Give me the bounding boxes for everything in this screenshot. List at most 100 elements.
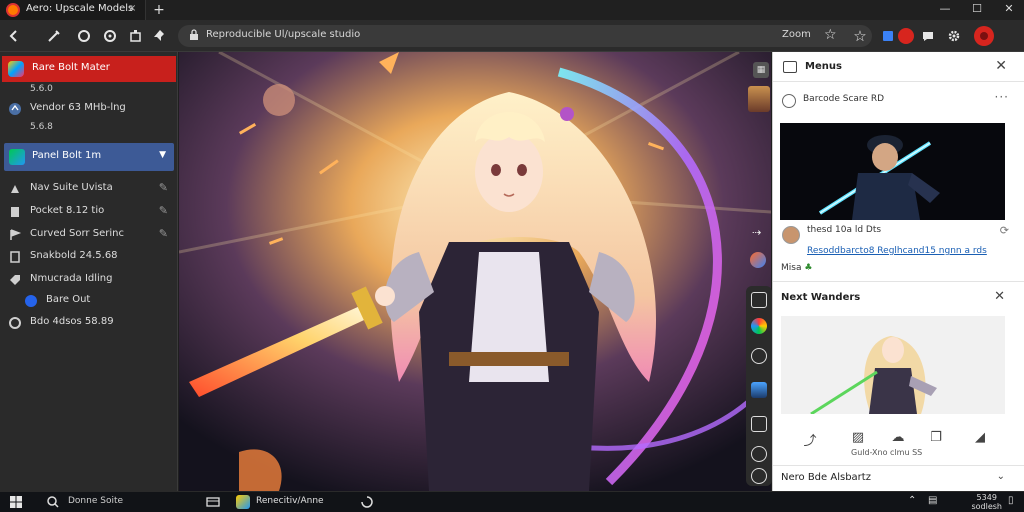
color-wheel-icon[interactable] [751, 318, 767, 334]
refresh-icon[interactable] [76, 28, 92, 44]
share-icon [8, 182, 22, 196]
lock-icon [188, 29, 200, 41]
task-view-icon[interactable] [206, 495, 220, 509]
badge-icon [782, 94, 796, 108]
sidebar-item-curved[interactable]: Curved Sorr Serinc ✎ [8, 226, 172, 244]
thumbnail-icon[interactable] [748, 86, 770, 112]
adjust-icon[interactable]: ◢ [971, 430, 989, 446]
zoom-label[interactable]: Zoom [782, 29, 811, 40]
favorites-icon[interactable]: ☆ [852, 28, 868, 44]
panel-header: Menus ✕ [773, 52, 1024, 82]
chat-icon[interactable] [920, 28, 936, 44]
taskbar-search-text[interactable]: Donne Soite [68, 496, 123, 506]
back-icon[interactable] [6, 28, 22, 44]
collapsed-card-title: Nero Bde Alsbartz [781, 472, 871, 483]
profile-red-icon[interactable] [898, 28, 914, 44]
maximize-button[interactable]: ☐ [962, 0, 992, 20]
chevron-up-icon[interactable]: ⌃ [908, 495, 922, 509]
sidebar-item-bdo[interactable]: Bdo 4dsos 58.89 [8, 314, 172, 332]
sidebar-top-item[interactable]: Rare Bolt Mater [2, 56, 176, 82]
window-icon[interactable] [751, 292, 767, 308]
app-badge-icon[interactable] [750, 252, 766, 268]
app-icon [8, 61, 24, 77]
compass-icon[interactable] [751, 468, 767, 484]
sidebar-item-label: Nav Suite Uvista [30, 182, 113, 193]
taskbar-clock[interactable]: 5349 sodlesh [971, 493, 1002, 511]
sidebar-selected-label: Panel Bolt 1m [32, 150, 102, 161]
close-window-button[interactable]: ✕ [994, 0, 1024, 20]
sidebar-item-label: Vendor 63 MHb-lng [30, 102, 126, 113]
author-avatar[interactable] [782, 226, 800, 244]
sidebar-item-bare-out[interactable]: Bare Out [24, 292, 172, 310]
tab-close-icon[interactable]: × [128, 3, 140, 15]
edit-icon[interactable] [46, 28, 62, 44]
browser-toolbar: Reproducible Ul/upscale studio Zoom ☆ ☆ [0, 20, 1024, 52]
main-artwork [179, 52, 771, 491]
bookmark-star-icon[interactable]: ☆ [824, 27, 837, 43]
sidebar-item-nav-suite[interactable]: Nav Suite Uvista ✎ [8, 180, 172, 198]
sidebar-item-snakbold[interactable]: Snakbold 24.5.68 [8, 248, 172, 266]
result-link[interactable]: Resoddbarcto8 Reglhcand15 ngnn a rds [807, 246, 987, 256]
search-icon[interactable] [46, 495, 60, 509]
shield-icon [24, 294, 38, 308]
taskbar-app-title[interactable]: Renecitiv/Anne [256, 496, 324, 506]
clock-date: sodlesh [971, 502, 1002, 511]
collections-icon[interactable] [880, 28, 896, 44]
document-icon [8, 205, 22, 219]
tab-favicon-icon [6, 3, 20, 17]
close-icon[interactable]: ✕ [994, 289, 1005, 304]
crop-icon[interactable]: ▨ [849, 430, 867, 446]
clock-icon[interactable] [751, 348, 767, 364]
url-text: Reproducible Ul/upscale studio [206, 29, 361, 40]
windows-start-icon[interactable] [10, 496, 22, 508]
new-tab-button[interactable]: + [150, 1, 168, 19]
title-bar: Aero: Upscale Models × + — ☐ ✕ [0, 0, 1024, 20]
flag-icon [8, 228, 22, 242]
sidebar-item-pocket[interactable]: Pocket 8.12 tio ✎ [8, 203, 172, 221]
action-row: ⤴ ▨ ☁ ❐ ◢ Guld-Xno clmu SS [773, 426, 1024, 462]
next-card: Next Wanders ✕ ⤴ ▨ ☁ ❐ ◢ Guld-Xno clmu S… [773, 284, 1024, 466]
more-icon[interactable]: ··· [995, 90, 1009, 104]
pin-icon[interactable]: ✎ [159, 181, 168, 194]
card-header: Barcode Scare RD [803, 94, 885, 104]
image-icon[interactable] [751, 382, 767, 398]
settings-gear-icon[interactable] [946, 28, 962, 44]
sidebar-item-nmucrada[interactable]: Nmucrada Idling [8, 271, 172, 289]
grid-icon[interactable]: ▦ [753, 62, 769, 78]
arrow-icon[interactable]: ⇢ [752, 226, 768, 242]
tab-title: Aero: Upscale Models [26, 3, 134, 14]
taskbar-app-icon[interactable] [236, 495, 250, 509]
sidebar-item-vendor[interactable]: Vendor 63 MHb-lng [8, 100, 172, 118]
address-bar[interactable]: Reproducible Ul/upscale studio Zoom ☆ [178, 25, 872, 47]
panel-title: Menus [805, 61, 842, 72]
chevron-down-icon[interactable]: ▼ [159, 150, 166, 160]
pin-icon[interactable]: ✎ [159, 227, 168, 240]
sidebar-item-selected[interactable]: Panel Bolt 1m ▼ [4, 143, 174, 171]
sidebar-item-subtitle: 5.6.8 [30, 122, 53, 132]
close-icon[interactable]: ✕ [995, 58, 1007, 74]
pose-icon[interactable]: ⤴ [801, 430, 819, 449]
layers-icon[interactable] [751, 416, 767, 432]
next-image[interactable] [781, 316, 1005, 414]
cloud-icon[interactable]: ☁ [889, 430, 907, 446]
history-icon[interactable] [751, 446, 767, 462]
notification-icon[interactable]: ▯ [1008, 495, 1022, 509]
file-icon [8, 250, 22, 264]
share-icon[interactable]: ⟳ [1000, 224, 1009, 237]
minimize-button[interactable]: — [930, 0, 960, 20]
pin-icon[interactable]: ✎ [159, 204, 168, 217]
result-card: Barcode Scare RD ··· thesd 10a ld Dts ⟳ … [773, 84, 1024, 282]
avatar-icon[interactable] [974, 26, 994, 46]
copy-icon[interactable]: ❐ [927, 430, 945, 446]
taskbar: Donne Soite Renecitiv/Anne ⌃ ▤ 5349 sodl… [0, 491, 1024, 512]
extension-icon[interactable] [128, 28, 144, 44]
pin-icon[interactable] [152, 28, 168, 44]
chevron-down-icon[interactable]: ⌄ [997, 471, 1005, 482]
sidebar-top-title: Rare Bolt Mater [32, 62, 110, 73]
sidebar-item-label: Bdo 4dsos 58.89 [30, 316, 114, 327]
network-icon[interactable]: ▤ [928, 495, 942, 509]
result-image[interactable] [780, 123, 1005, 220]
collapsed-card[interactable]: Nero Bde Alsbartz ⌄ [773, 466, 1024, 491]
browser-tab[interactable]: Aero: Upscale Models × [0, 0, 146, 20]
home-icon[interactable] [102, 28, 118, 44]
